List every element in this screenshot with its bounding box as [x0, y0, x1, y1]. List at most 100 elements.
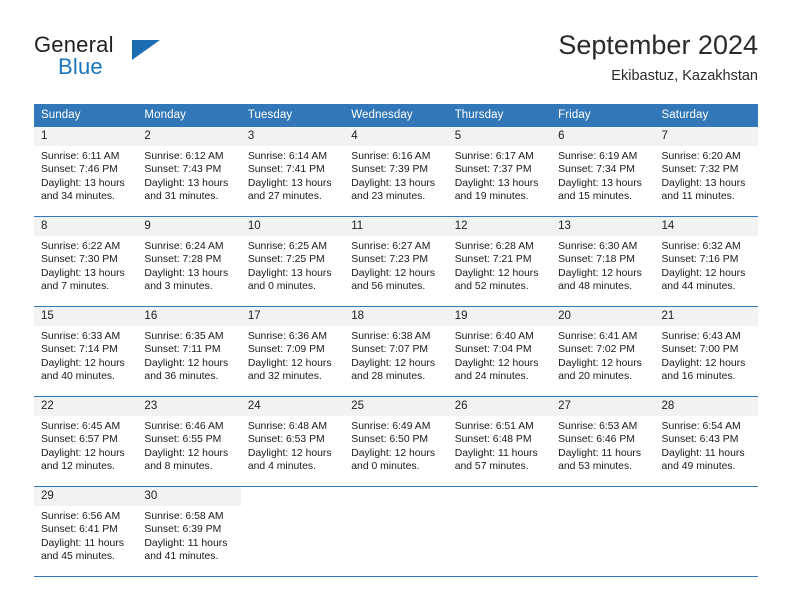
sunset-text: Sunset: 6:50 PM [351, 434, 429, 446]
calendar-day-cell[interactable]: 3 Sunrise: 6:14 AM Sunset: 7:41 PM Daylight… [240, 126, 345, 217]
day-details: Sunrise: 6:35 AM Sunset: 7:11 PM Daylight:… [137, 326, 240, 383]
day-number: 17 [240, 307, 345, 326]
daylight-text-line1: Daylight: 13 hours [144, 267, 229, 279]
daylight-text-line1: Daylight: 13 hours [247, 177, 332, 189]
calendar-day-cell[interactable]: 1 Sunrise: 6:11 AM Sunset: 7:46 PM Daylight… [34, 126, 138, 217]
calendar-day-cell[interactable]: 25 Sunrise: 6:49 AM Sunset: 6:50 PM Dayligh… [344, 396, 448, 487]
calendar-day-cell[interactable]: 27 Sunrise: 6:53 AM Sunset: 6:46 PM Dayligh… [551, 396, 655, 487]
calendar-day-cell-empty [447, 486, 552, 577]
calendar-day-cell[interactable]: 17 Sunrise: 6:36 AM Sunset: 7:09 PM Dayligh… [240, 306, 345, 397]
day-number: 16 [137, 307, 241, 326]
calendar-day-cell[interactable]: 4 Sunrise: 6:16 AM Sunset: 7:39 PM Daylight… [344, 126, 448, 217]
calendar-day-cell[interactable]: 29 Sunrise: 6:56 AM Sunset: 6:41 PM Dayligh… [34, 486, 138, 577]
day-details: Sunrise: 6:45 AM Sunset: 6:57 PM Daylight:… [34, 416, 137, 473]
calendar-day-cell[interactable]: 14 Sunrise: 6:32 AM Sunset: 7:16 PM Dayligh… [654, 216, 758, 307]
calendar-day-cell[interactable]: 18 Sunrise: 6:38 AM Sunset: 7:07 PM Dayligh… [344, 306, 448, 397]
daylight-text-line1: Daylight: 12 hours [454, 357, 539, 369]
day-details: Sunrise: 6:46 AM Sunset: 6:55 PM Daylight:… [137, 416, 240, 473]
calendar-week-row: 22 Sunrise: 6:45 AM Sunset: 6:57 PM Dayligh… [34, 396, 758, 487]
sunset-text: Sunset: 7:18 PM [558, 254, 635, 266]
sunset-text: Sunset: 6:43 PM [661, 434, 739, 446]
sunset-text: Sunset: 7:16 PM [661, 254, 739, 266]
daylight-text-line1: Daylight: 13 hours [661, 177, 746, 189]
day-number [448, 487, 551, 506]
daylight-text-line2: and 0 minutes. [247, 280, 317, 292]
calendar-body: 1 Sunrise: 6:11 AM Sunset: 7:46 PM Daylight… [34, 126, 758, 577]
sunrise-text: Sunrise: 6:56 AM [41, 511, 121, 522]
sunset-text: Sunset: 7:41 PM [247, 164, 325, 176]
day-number: 23 [137, 397, 241, 416]
daylight-text-line2: and 3 minutes. [144, 280, 213, 292]
calendar-day-cell[interactable]: 26 Sunrise: 6:51 AM Sunset: 6:48 PM Dayligh… [447, 396, 552, 487]
calendar-day-cell-empty [654, 486, 758, 577]
sunrise-text: Sunrise: 6:45 AM [41, 421, 121, 432]
day-number: 19 [447, 307, 552, 326]
calendar-day-cell[interactable]: 7 Sunrise: 6:20 AM Sunset: 7:32 PM Daylight… [654, 126, 758, 217]
calendar-day-cell[interactable]: 21 Sunrise: 6:43 AM Sunset: 7:00 PM Dayligh… [654, 306, 758, 397]
calendar-page: General Blue September 2024 Ekibastuz, K… [0, 0, 792, 612]
daylight-text-line1: Daylight: 11 hours [558, 447, 642, 459]
sunset-text: Sunset: 7:00 PM [661, 344, 739, 356]
sunset-text: Sunset: 7:04 PM [454, 344, 532, 356]
calendar-day-cell[interactable]: 11 Sunrise: 6:27 AM Sunset: 7:23 PM Dayligh… [344, 216, 448, 307]
sunrise-text: Sunrise: 6:27 AM [351, 241, 431, 252]
calendar-day-cell[interactable]: 22 Sunrise: 6:45 AM Sunset: 6:57 PM Dayligh… [34, 396, 138, 487]
sunset-text: Sunset: 7:11 PM [144, 344, 221, 356]
sunrise-text: Sunrise: 6:43 AM [661, 331, 741, 342]
sunset-text: Sunset: 7:21 PM [454, 254, 532, 266]
day-number: 25 [344, 397, 448, 416]
daylight-text-line2: and 40 minutes. [41, 370, 115, 382]
sunrise-text: Sunrise: 6:12 AM [144, 151, 224, 162]
calendar-day-cell[interactable]: 23 Sunrise: 6:46 AM Sunset: 6:55 PM Dayligh… [137, 396, 241, 487]
sunset-text: Sunset: 7:25 PM [247, 254, 325, 266]
calendar-day-cell[interactable]: 20 Sunrise: 6:41 AM Sunset: 7:02 PM Dayligh… [551, 306, 655, 397]
logo-text-blue: Blue [58, 54, 103, 79]
daylight-text-line1: Daylight: 12 hours [247, 447, 332, 459]
day-details: Sunrise: 6:28 AM Sunset: 7:21 PM Daylight:… [448, 236, 551, 293]
calendar-day-cell[interactable]: 10 Sunrise: 6:25 AM Sunset: 7:25 PM Dayligh… [240, 216, 345, 307]
calendar-day-cell[interactable]: 30 Sunrise: 6:58 AM Sunset: 6:39 PM Dayligh… [137, 486, 241, 577]
day-details: Sunrise: 6:14 AM Sunset: 7:41 PM Daylight:… [241, 146, 344, 203]
daylight-text-line1: Daylight: 13 hours [454, 177, 539, 189]
calendar-day-cell[interactable]: 5 Sunrise: 6:17 AM Sunset: 7:37 PM Daylight… [447, 126, 552, 217]
calendar-day-cell[interactable]: 12 Sunrise: 6:28 AM Sunset: 7:21 PM Dayligh… [447, 216, 552, 307]
calendar-day-cell-empty [240, 486, 345, 577]
daylight-text-line2: and 36 minutes. [144, 370, 219, 382]
calendar-day-cell[interactable]: 8 Sunrise: 6:22 AM Sunset: 7:30 PM Daylight… [34, 216, 138, 307]
sunrise-text: Sunrise: 6:38 AM [351, 331, 431, 342]
daylight-text-line1: Daylight: 12 hours [351, 447, 436, 459]
calendar-day-cell[interactable]: 15 Sunrise: 6:33 AM Sunset: 7:14 PM Dayligh… [34, 306, 138, 397]
sunrise-text: Sunrise: 6:28 AM [454, 241, 534, 252]
calendar-day-cell[interactable]: 2 Sunrise: 6:12 AM Sunset: 7:43 PM Daylight… [137, 126, 241, 217]
calendar-day-cell[interactable]: 9 Sunrise: 6:24 AM Sunset: 7:28 PM Daylight… [137, 216, 241, 307]
sunrise-text: Sunrise: 6:19 AM [558, 151, 638, 162]
sunrise-text: Sunrise: 6:30 AM [558, 241, 638, 252]
daylight-text-line2: and 45 minutes. [41, 550, 115, 562]
sunset-text: Sunset: 7:37 PM [454, 164, 532, 176]
weekday-header-wednesday: Wednesday [344, 104, 448, 127]
daylight-text-line2: and 28 minutes. [351, 370, 426, 382]
day-number: 30 [137, 487, 241, 506]
calendar-day-cell[interactable]: 28 Sunrise: 6:54 AM Sunset: 6:43 PM Dayligh… [654, 396, 758, 487]
calendar-day-cell[interactable]: 24 Sunrise: 6:48 AM Sunset: 6:53 PM Dayligh… [240, 396, 345, 487]
calendar-week-row: 1 Sunrise: 6:11 AM Sunset: 7:46 PM Daylight… [34, 126, 758, 217]
daylight-text-line2: and 4 minutes. [247, 460, 317, 472]
calendar-day-cell[interactable]: 13 Sunrise: 6:30 AM Sunset: 7:18 PM Dayligh… [551, 216, 655, 307]
calendar-day-cell[interactable]: 19 Sunrise: 6:40 AM Sunset: 7:04 PM Dayligh… [447, 306, 552, 397]
day-number: 29 [34, 487, 138, 506]
sunset-text: Sunset: 7:23 PM [351, 254, 429, 266]
sunrise-text: Sunrise: 6:22 AM [41, 241, 121, 252]
sunset-text: Sunset: 7:07 PM [351, 344, 429, 356]
day-number: 22 [34, 397, 138, 416]
daylight-text-line1: Daylight: 11 hours [454, 447, 538, 459]
calendar-day-cell[interactable]: 6 Sunrise: 6:19 AM Sunset: 7:34 PM Daylight… [551, 126, 655, 217]
daylight-text-line2: and 31 minutes. [144, 190, 219, 202]
day-details: Sunrise: 6:36 AM Sunset: 7:09 PM Daylight:… [241, 326, 344, 383]
daylight-text-line1: Daylight: 13 hours [558, 177, 642, 189]
calendar-day-cell-empty [551, 486, 655, 577]
calendar-day-cell[interactable]: 16 Sunrise: 6:35 AM Sunset: 7:11 PM Dayligh… [137, 306, 241, 397]
general-blue-logo[interactable]: General Blue [34, 32, 254, 90]
weekday-header-saturday: Saturday [654, 104, 758, 127]
daylight-text-line1: Daylight: 12 hours [351, 267, 436, 279]
daylight-text-line2: and 53 minutes. [558, 460, 633, 472]
